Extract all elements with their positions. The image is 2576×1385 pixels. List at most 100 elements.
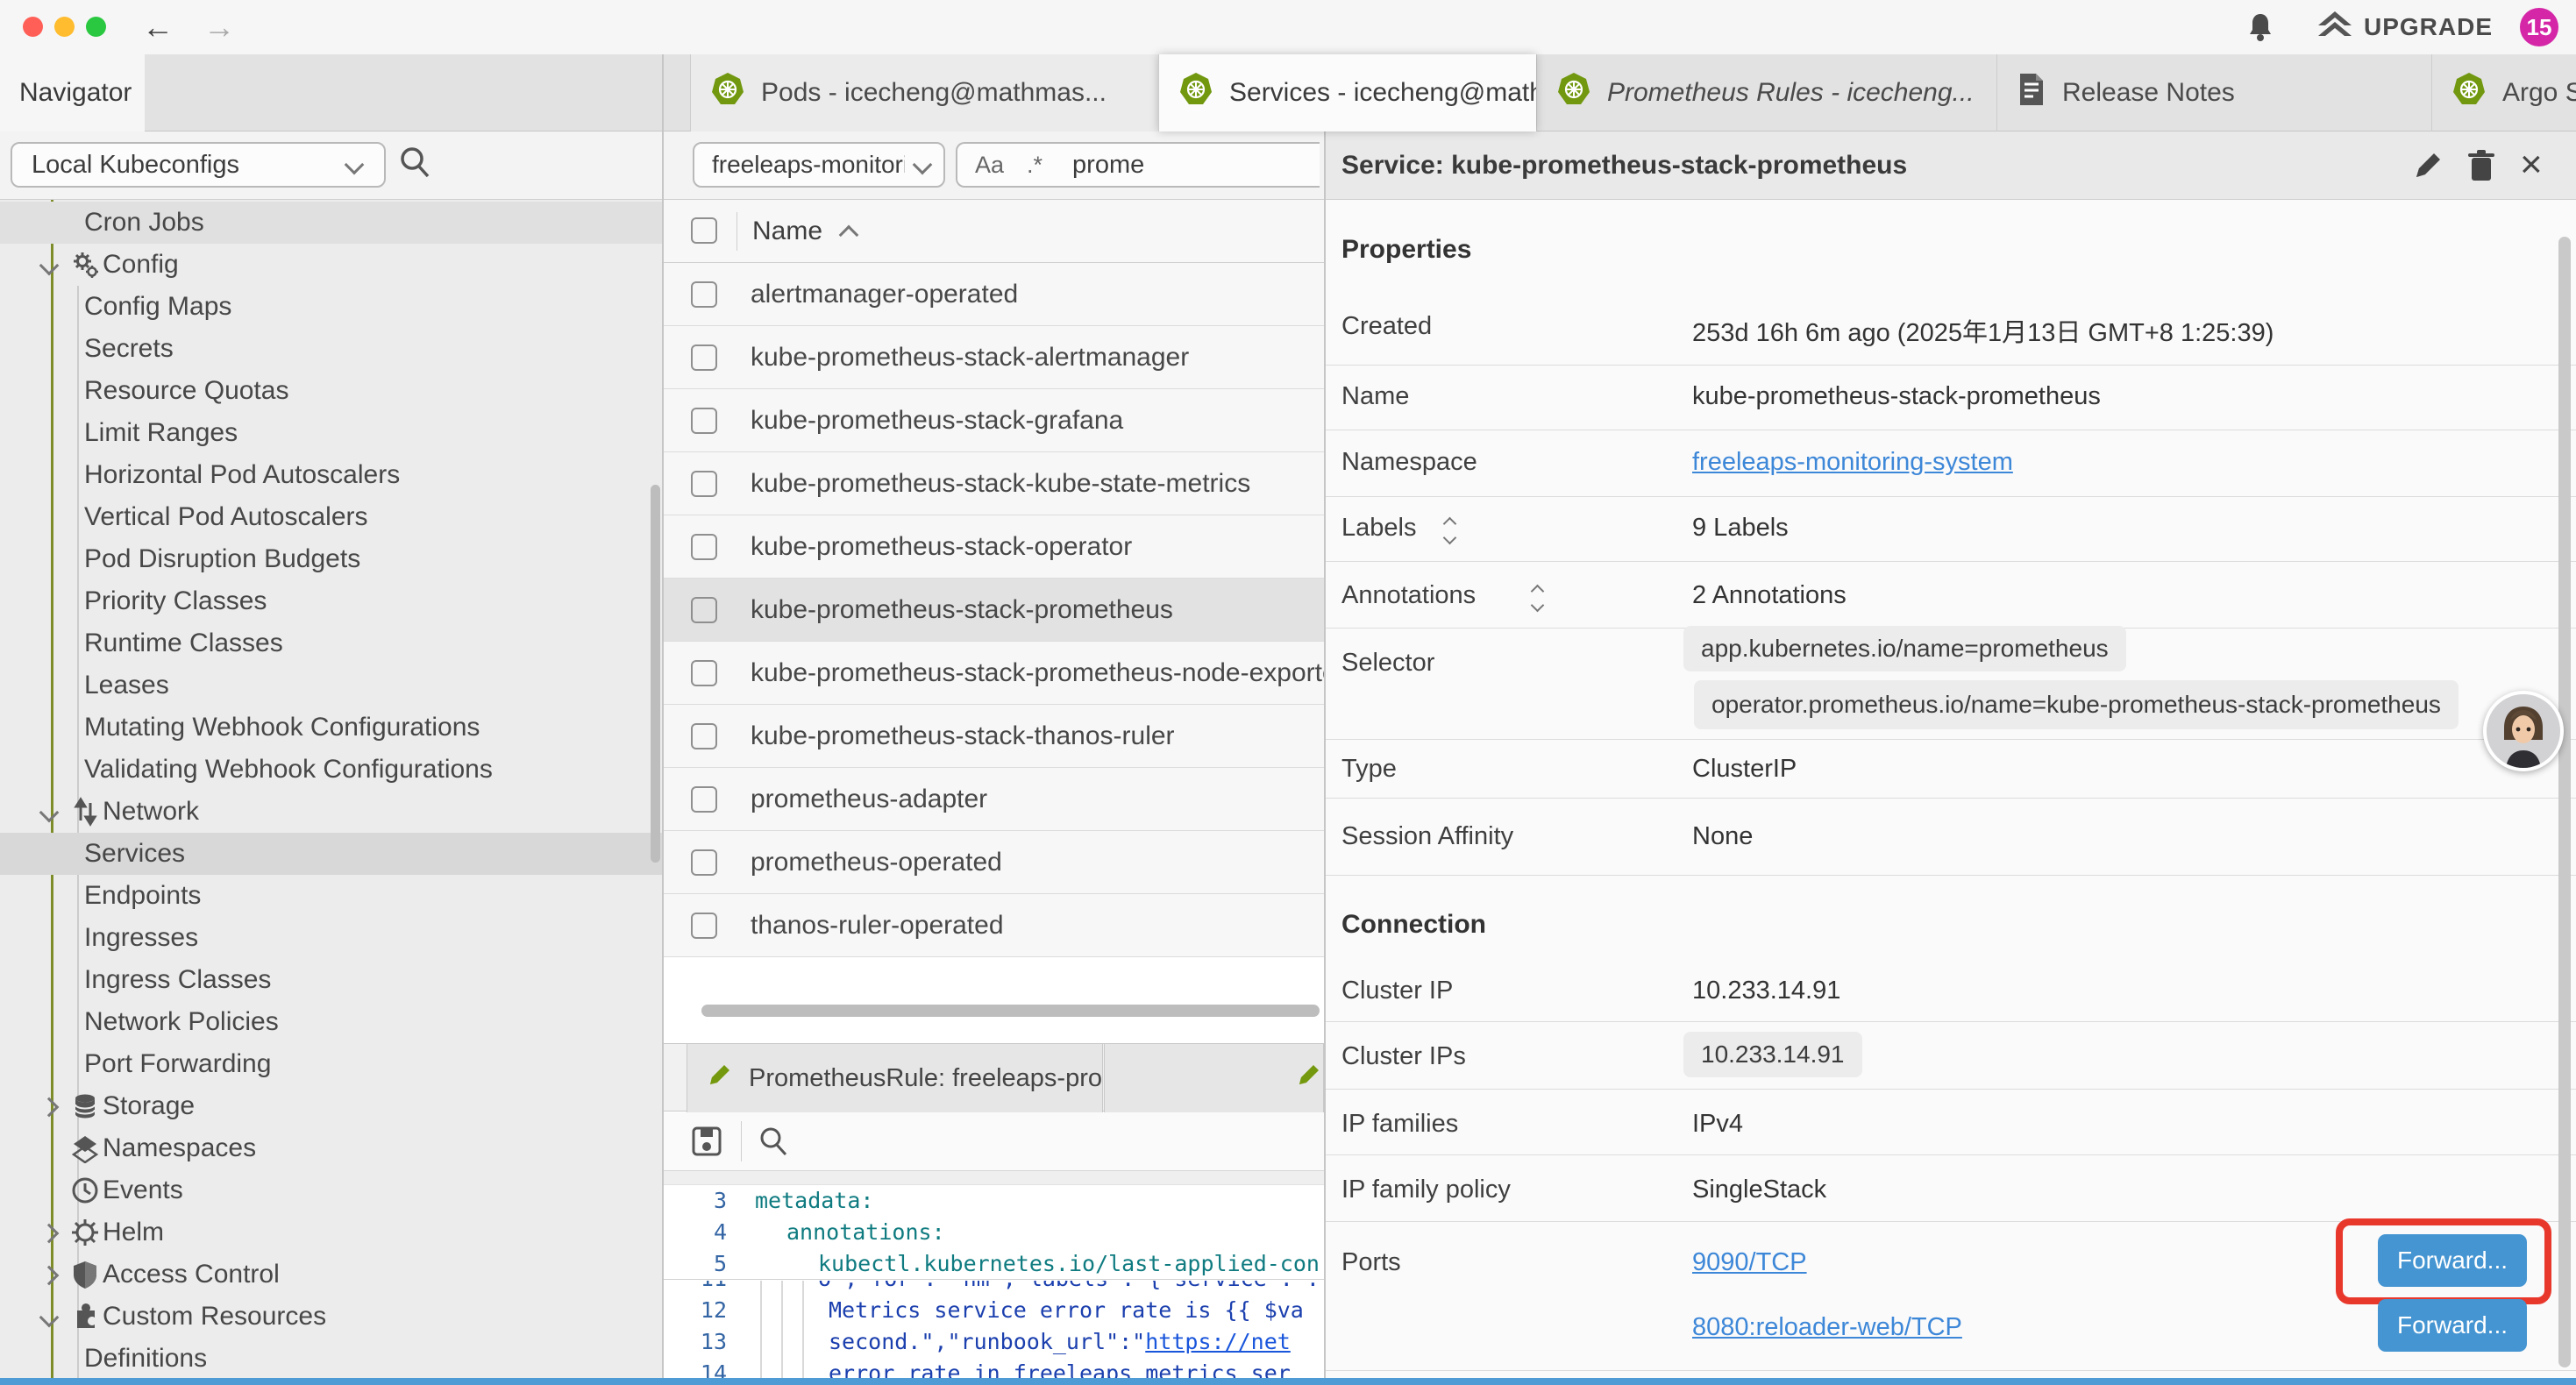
name-column-header[interactable]: Name: [752, 200, 822, 263]
window-zoom-traffic-light[interactable]: [86, 17, 106, 37]
sidebar-item-secrets[interactable]: Secrets: [0, 328, 662, 370]
close-icon[interactable]: ×: [2520, 138, 2543, 191]
sort-updown-icon[interactable]: [1533, 586, 1542, 610]
row-checkbox[interactable]: [691, 408, 717, 434]
sidebar-item-namespaces[interactable]: Namespaces: [0, 1127, 662, 1169]
table-row[interactable]: alertmanager-operated: [664, 263, 1324, 326]
window-close-traffic-light[interactable]: [23, 17, 43, 37]
sidebar-item-mutating-webhook-configurations[interactable]: Mutating Webhook Configurations: [0, 707, 662, 749]
row-checkbox[interactable]: [691, 786, 717, 813]
sidebar-item-services[interactable]: Services: [0, 833, 662, 875]
row-checkbox[interactable]: [691, 913, 717, 939]
port-link[interactable]: 8080:reloader-web/TCP: [1692, 1313, 1962, 1342]
sidebar-item-cron-jobs[interactable]: Cron Jobs: [0, 202, 662, 244]
selector-chip: app.kubernetes.io/name=prometheus: [1683, 626, 2126, 671]
table-row[interactable]: kube-prometheus-stack-grafana: [664, 389, 1324, 452]
sidebar-item-config-maps[interactable]: Config Maps: [0, 286, 662, 328]
sidebar-item-validating-webhook-configurations[interactable]: Validating Webhook Configurations: [0, 749, 662, 791]
row-checkbox[interactable]: [691, 597, 717, 623]
table-row[interactable]: kube-prometheus-stack-alertmanager: [664, 326, 1324, 389]
yaml-editor[interactable]: 3 metadata: 4 annotations: 5 kubectl.kub…: [664, 1185, 1324, 1378]
sidebar-item-config[interactable]: Config: [0, 244, 662, 286]
sidebar-item-endpoints[interactable]: Endpoints: [0, 875, 662, 917]
table-row[interactable]: thanos-ruler-operated: [664, 894, 1324, 957]
select-all-checkbox[interactable]: [691, 217, 717, 244]
sidebar-item-access-control[interactable]: Access Control: [0, 1254, 662, 1296]
back-icon[interactable]: ←: [142, 0, 174, 54]
tab-pods[interactable]: Pods - icecheng@mathmas...: [690, 54, 1158, 131]
sidebar-item-limit-ranges[interactable]: Limit Ranges: [0, 412, 662, 454]
app-window: ← → UPGRADE 15 Navigator Pods - icecheng…: [0, 0, 2576, 1385]
match-case-icon[interactable]: Aa: [975, 152, 1004, 179]
tab-argo[interactable]: Argo Se: [2431, 54, 2576, 131]
runbook-link[interactable]: https://net: [1145, 1329, 1291, 1354]
selector-label: Selector: [1341, 649, 1434, 678]
kubeconfig-selector[interactable]: Local Kubeconfigs: [11, 142, 386, 188]
delete-icon[interactable]: [2466, 149, 2497, 187]
sidebar-item-definitions[interactable]: Definitions: [0, 1338, 662, 1378]
row-checkbox[interactable]: [691, 471, 717, 497]
table-row[interactable]: prometheus-operated: [664, 831, 1324, 894]
table-row[interactable]: kube-prometheus-stack-thanos-ruler: [664, 705, 1324, 768]
kubernetes-icon: [1178, 72, 1213, 114]
port-link[interactable]: 9090/TCP: [1692, 1248, 1807, 1277]
sidebar-item-events[interactable]: Events: [0, 1169, 662, 1211]
sidebar-item-ingresses[interactable]: Ingresses: [0, 917, 662, 959]
forward-icon[interactable]: →: [203, 0, 235, 54]
sidebar-item-custom-resources[interactable]: Custom Resources: [0, 1296, 662, 1338]
sidebar-item-runtime-classes[interactable]: Runtime Classes: [0, 622, 662, 664]
row-checkbox[interactable]: [691, 660, 717, 686]
assistant-avatar[interactable]: [2483, 691, 2564, 771]
window-minimize-traffic-light[interactable]: [54, 17, 75, 37]
edit-icon[interactable]: [2411, 149, 2444, 187]
namespace-selector[interactable]: freeleaps-monitoring-system: [693, 142, 945, 188]
prop-value: None: [1692, 822, 1753, 851]
upgrade-icon[interactable]: [2316, 10, 2353, 49]
editor-tab-prometheusrule[interactable]: PrometheusRule: freeleaps-prod-rabbitmq: [687, 1044, 1103, 1112]
save-icon[interactable]: [690, 1125, 723, 1162]
tab-prometheus-rules[interactable]: Prometheus Rules - icecheng...: [1536, 54, 1996, 131]
sidebar-item-network[interactable]: Network: [0, 791, 662, 833]
navigator-tab[interactable]: Navigator: [0, 54, 145, 131]
namespace-link[interactable]: freeleaps-monitoring-system: [1692, 448, 2013, 477]
sidebar-item-horizontal-pod-autoscalers[interactable]: Horizontal Pod Autoscalers: [0, 454, 662, 496]
table-row[interactable]: prometheus-adapter: [664, 768, 1324, 831]
sidebar-item-pod-disruption-budgets[interactable]: Pod Disruption Budgets: [0, 538, 662, 580]
row-checkbox[interactable]: [691, 723, 717, 749]
detail-scrollbar[interactable]: [2558, 237, 2571, 1367]
search-icon[interactable]: [396, 144, 433, 185]
sidebar-item-priority-classes[interactable]: Priority Classes: [0, 580, 662, 622]
table-row[interactable]: kube-prometheus-stack-operator: [664, 515, 1324, 579]
notification-badge[interactable]: 15: [2520, 8, 2558, 46]
sort-asc-icon[interactable]: [839, 225, 859, 245]
sidebar-item-resource-quotas[interactable]: Resource Quotas: [0, 370, 662, 412]
sidebar-item-storage[interactable]: Storage: [0, 1085, 662, 1127]
search-icon[interactable]: [757, 1125, 790, 1162]
row-checkbox[interactable]: [691, 849, 717, 876]
sidebar-item-network-policies[interactable]: Network Policies: [0, 1001, 662, 1043]
tab-release-notes[interactable]: Release Notes: [1996, 54, 2431, 131]
tab-services[interactable]: Services - icecheng@math... ×: [1158, 54, 1536, 131]
filter-input[interactable]: Aa .* prome: [956, 142, 1320, 188]
table-row[interactable]: kube-prometheus-stack-prometheus-node-ex…: [664, 642, 1324, 705]
bell-icon[interactable]: [2245, 11, 2276, 47]
editor-line: 4 annotations:: [664, 1217, 1324, 1248]
row-checkbox[interactable]: [691, 534, 717, 560]
chevron-down-icon: [913, 155, 933, 175]
sidebar-item-port-forwarding[interactable]: Port Forwarding: [0, 1043, 662, 1085]
sidebar-scrollbar[interactable]: [651, 485, 660, 863]
horizontal-scrollbar[interactable]: [701, 1005, 1320, 1017]
sidebar-item-helm[interactable]: Helm: [0, 1211, 662, 1254]
editor-tab-partial[interactable]: [1104, 1044, 1324, 1112]
upgrade-label[interactable]: UPGRADE: [2364, 0, 2493, 54]
sidebar-item-vertical-pod-autoscalers[interactable]: Vertical Pod Autoscalers: [0, 496, 662, 538]
row-checkbox[interactable]: [691, 344, 717, 371]
regex-icon[interactable]: .*: [1027, 152, 1042, 179]
row-checkbox[interactable]: [691, 281, 717, 308]
sidebar-item-leases[interactable]: Leases: [0, 664, 662, 707]
table-row[interactable]: kube-prometheus-stack-kube-state-metrics: [664, 452, 1324, 515]
sort-updown-icon[interactable]: [1445, 519, 1455, 543]
table-row-selected[interactable]: kube-prometheus-stack-prometheus: [664, 579, 1324, 642]
sidebar-item-ingress-classes[interactable]: Ingress Classes: [0, 959, 662, 1001]
forward-button[interactable]: Forward...: [2378, 1299, 2527, 1352]
